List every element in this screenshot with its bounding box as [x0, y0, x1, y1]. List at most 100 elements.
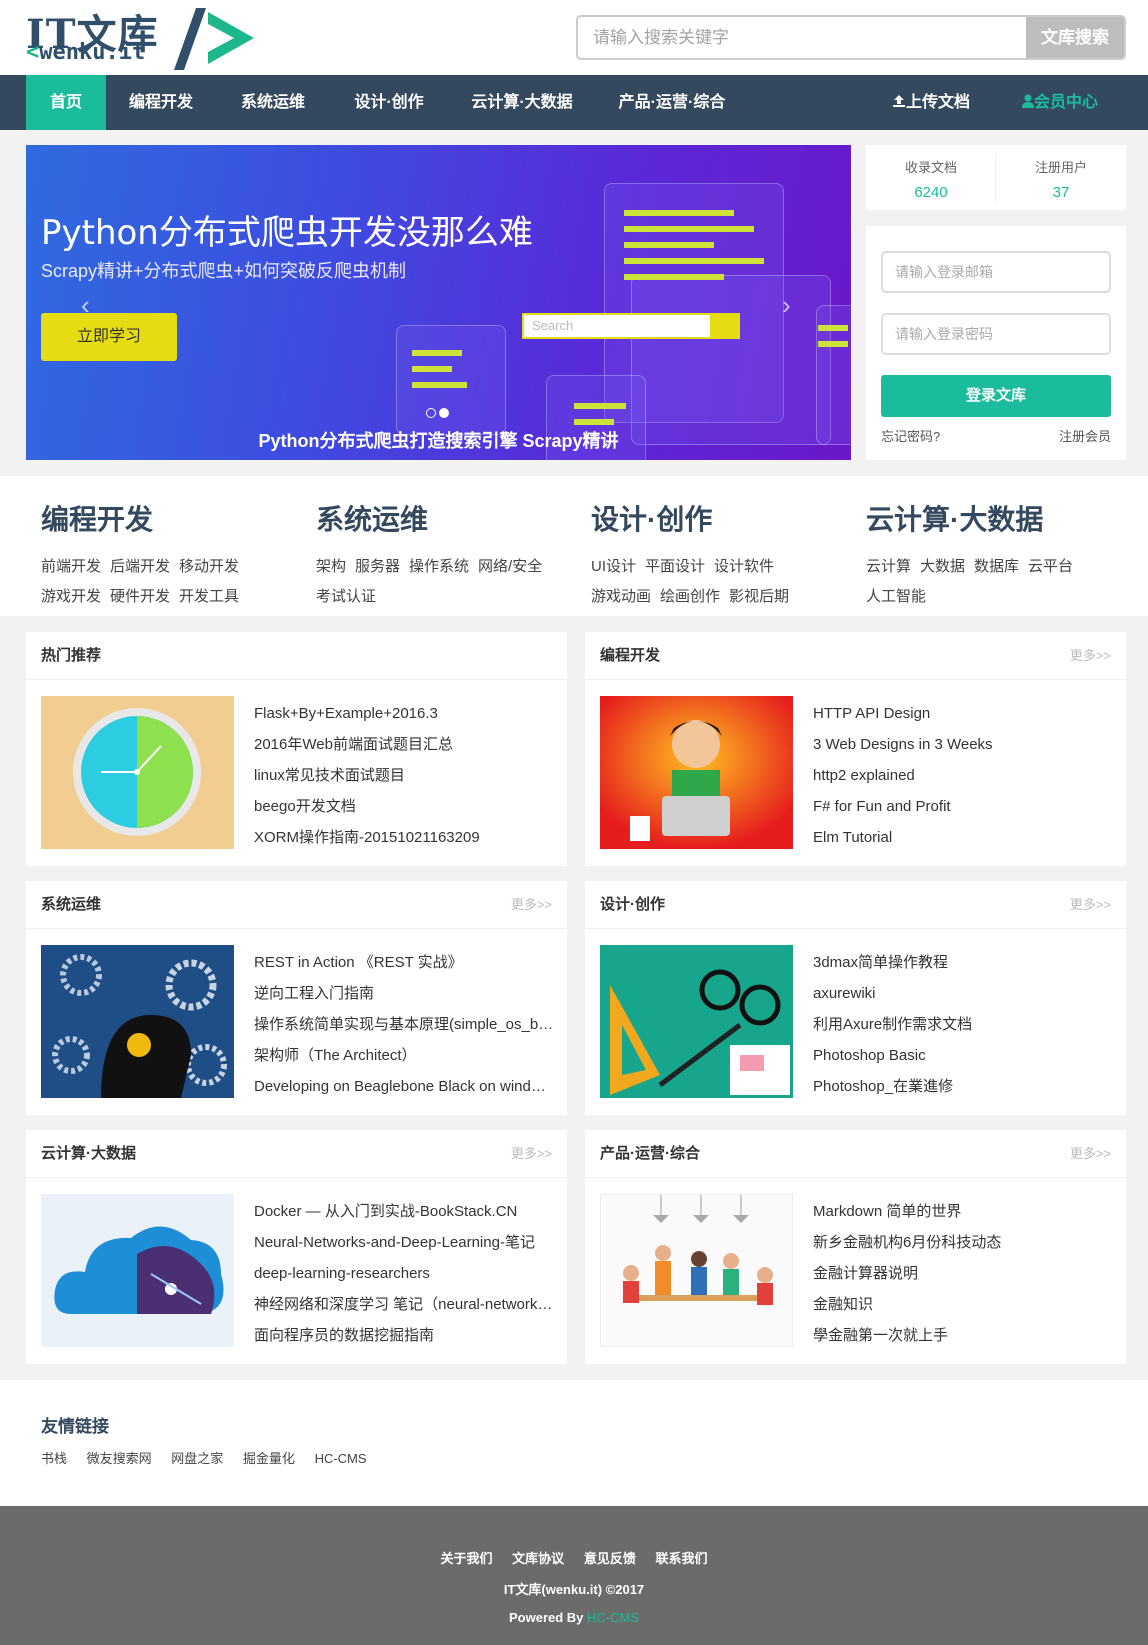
team-meeting-image[interactable]: [600, 1194, 793, 1347]
developer-image[interactable]: [600, 696, 793, 849]
cloud-image[interactable]: [41, 1194, 234, 1347]
banner-learn-button[interactable]: 立即学习: [41, 313, 177, 361]
list-item[interactable]: 金融知识: [813, 1289, 1113, 1320]
list-item[interactable]: 面向程序员的数据挖掘指南: [254, 1320, 554, 1351]
category-title[interactable]: 编程开发: [41, 498, 301, 538]
list-item[interactable]: beego开发文档: [254, 791, 554, 822]
category-link[interactable]: 人工智能: [866, 588, 926, 605]
list-item[interactable]: deep-learning-researchers: [254, 1258, 554, 1289]
email-field[interactable]: [881, 251, 1111, 293]
friend-link[interactable]: HC-CMS: [315, 1451, 367, 1466]
friend-link[interactable]: 书栈: [41, 1451, 67, 1466]
friend-link[interactable]: 微友搜索网: [87, 1451, 152, 1466]
list-item[interactable]: Photoshop Basic: [813, 1040, 1113, 1071]
footer-link-agreement[interactable]: 文库协议: [512, 1551, 564, 1566]
list-item[interactable]: 神经网络和深度学习 笔记（neural-networks）: [254, 1289, 554, 1320]
list-item[interactable]: Flask+By+Example+2016.3: [254, 698, 554, 729]
category-link[interactable]: 设计软件: [714, 558, 774, 575]
more-link[interactable]: 更多>>: [1070, 1130, 1111, 1178]
category-link[interactable]: 游戏动画: [591, 588, 651, 605]
list-item[interactable]: Elm Tutorial: [813, 822, 1113, 853]
search-input[interactable]: [578, 17, 1026, 58]
category-link[interactable]: 平面设计: [645, 558, 705, 575]
category-link[interactable]: 服务器: [355, 558, 400, 575]
list-item[interactable]: 金融计算器说明: [813, 1258, 1113, 1289]
category-link[interactable]: 数据库: [974, 558, 1019, 575]
list-item[interactable]: 架构师（The Architect）: [254, 1040, 554, 1071]
category-link[interactable]: 后端开发: [110, 558, 170, 575]
chevron-left-icon[interactable]: ‹: [81, 290, 90, 321]
category-title[interactable]: 系统运维: [316, 498, 576, 538]
more-link[interactable]: 更多>>: [511, 1130, 552, 1178]
site-logo[interactable]: IT文库 <wenku.it: [26, 2, 254, 72]
list-item[interactable]: 3 Web Designs in 3 Weeks: [813, 729, 1113, 760]
more-link[interactable]: 更多>>: [511, 881, 552, 929]
nav-ops[interactable]: 系统运维: [230, 75, 316, 130]
list-item[interactable]: REST in Action 《REST 实战》: [254, 947, 554, 978]
banner-carousel[interactable]: Python分布式爬虫开发没那么难 Scrapy精讲+分布式爬虫+如何突破反爬虫…: [26, 145, 851, 460]
footer-link-about[interactable]: 关于我们: [441, 1551, 493, 1566]
list-item[interactable]: Docker — 从入门到实战-BookStack.CN: [254, 1196, 554, 1227]
nav-programming[interactable]: 编程开发: [118, 75, 204, 130]
category-ops: 系统运维 架构 服务器 操作系统 网络/安全 考试认证: [316, 498, 576, 612]
category-link[interactable]: 影视后期: [729, 588, 789, 605]
gears-image[interactable]: [41, 945, 234, 1098]
category-link[interactable]: 考试认证: [316, 588, 376, 605]
nav-home[interactable]: 首页: [26, 75, 106, 130]
nav-product[interactable]: 产品·运营·综合: [610, 75, 734, 130]
category-link[interactable]: UI设计: [591, 558, 636, 575]
list-item[interactable]: Developing on Beaglebone Black on window…: [254, 1071, 554, 1102]
list-item[interactable]: 學金融第一次就上手: [813, 1320, 1113, 1351]
chevron-right-icon[interactable]: ›: [782, 290, 791, 321]
category-title[interactable]: 设计·创作: [591, 498, 851, 538]
more-link[interactable]: 更多>>: [1070, 881, 1111, 929]
category-link[interactable]: 云计算: [866, 558, 911, 575]
register-link[interactable]: 注册会员: [1059, 426, 1111, 445]
list-item[interactable]: axurewiki: [813, 978, 1113, 1009]
more-link[interactable]: 更多>>: [1070, 632, 1111, 680]
password-field[interactable]: [881, 313, 1111, 355]
friend-link[interactable]: 网盘之家: [171, 1451, 223, 1466]
list-item[interactable]: Photoshop_在業進修: [813, 1071, 1113, 1102]
list-item[interactable]: 利用Axure制作需求文档: [813, 1009, 1113, 1040]
list-item[interactable]: 逆向工程入门指南: [254, 978, 554, 1009]
category-link[interactable]: 绘画创作: [660, 588, 720, 605]
list-item[interactable]: XORM操作指南-20151021163209: [254, 822, 554, 853]
list-item[interactable]: Markdown 简单的世界: [813, 1196, 1113, 1227]
category-link[interactable]: 操作系统: [409, 558, 469, 575]
list-item[interactable]: linux常见技术面试题目: [254, 760, 554, 791]
category-link[interactable]: 前端开发: [41, 558, 101, 575]
category-link[interactable]: 云平台: [1028, 558, 1073, 575]
powered-by-link[interactable]: HC-CMS: [587, 1610, 639, 1625]
footer-link-feedback[interactable]: 意见反馈: [584, 1551, 636, 1566]
carousel-dot[interactable]: [426, 408, 436, 418]
clock-image[interactable]: [41, 696, 234, 849]
list-item[interactable]: HTTP API Design: [813, 698, 1113, 729]
list-item[interactable]: 3dmax简单操作教程: [813, 947, 1113, 978]
category-link[interactable]: 硬件开发: [110, 588, 170, 605]
list-item[interactable]: 新乡金融机构6月份科技动态: [813, 1227, 1113, 1258]
list-item[interactable]: F# for Fun and Profit: [813, 791, 1113, 822]
footer-link-contact[interactable]: 联系我们: [655, 1551, 707, 1566]
search-button[interactable]: 文库搜索: [1026, 17, 1124, 58]
nav-cloud[interactable]: 云计算·大数据: [462, 75, 582, 130]
list-item[interactable]: http2 explained: [813, 760, 1113, 791]
friend-link[interactable]: 掘金量化: [243, 1451, 295, 1466]
category-link[interactable]: 游戏开发: [41, 588, 101, 605]
member-center-link[interactable]: 会员中心: [1022, 75, 1098, 130]
design-tools-image[interactable]: [600, 945, 793, 1098]
carousel-dot-active[interactable]: [439, 408, 449, 418]
nav-design[interactable]: 设计·创作: [344, 75, 434, 130]
category-title[interactable]: 云计算·大数据: [866, 498, 1126, 538]
upload-link[interactable]: 上传文档: [892, 75, 970, 130]
category-link[interactable]: 开发工具: [179, 588, 239, 605]
forgot-password-link[interactable]: 忘记密码?: [881, 426, 940, 445]
login-button[interactable]: 登录文库: [881, 375, 1111, 417]
category-link[interactable]: 大数据: [920, 558, 965, 575]
list-item[interactable]: Neural-Networks-and-Deep-Learning-笔记: [254, 1227, 554, 1258]
category-link[interactable]: 网络/安全: [478, 558, 542, 575]
list-item[interactable]: 2016年Web前端面试题目汇总: [254, 729, 554, 760]
category-link[interactable]: 移动开发: [179, 558, 239, 575]
list-item[interactable]: 操作系统简单实现与基本原理(simple_os_book): [254, 1009, 554, 1040]
category-link[interactable]: 架构: [316, 558, 346, 575]
